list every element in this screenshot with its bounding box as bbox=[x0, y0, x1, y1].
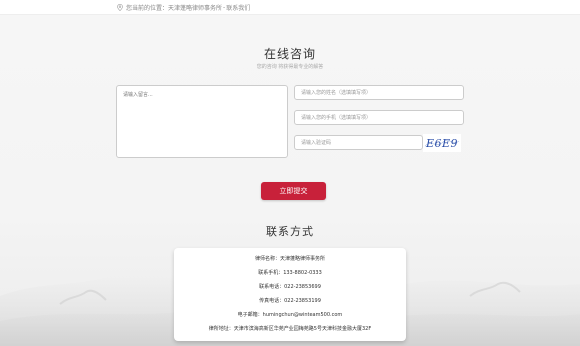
contact-title: 联系方式 bbox=[266, 225, 314, 238]
captcha-input[interactable] bbox=[294, 135, 423, 150]
captcha-text: E6E9 bbox=[425, 137, 458, 150]
contact-address: 律所地址：天津市滨海高新区华苑产业园梅苑路5号天津科技金融大厦32F bbox=[208, 326, 372, 332]
phone-input[interactable] bbox=[294, 110, 464, 125]
contact-email: 电子邮箱：humingchun@winteam500.com bbox=[237, 312, 343, 318]
message-textarea[interactable] bbox=[116, 85, 288, 158]
breadcrumb-current[interactable]: 联系我们 bbox=[226, 3, 250, 12]
contact-fax: 传真电话：022-23853199 bbox=[259, 298, 321, 304]
contact-mobile: 联系手机：133-8802-0333 bbox=[258, 270, 322, 276]
location-pin-icon bbox=[117, 4, 123, 11]
form-title: 在线咨询 bbox=[263, 47, 316, 61]
breadcrumb: 您当前的位置： 天津蓬略律师事务所 - 联系我们 bbox=[117, 3, 250, 12]
name-input[interactable] bbox=[294, 85, 464, 100]
contact-firm-name: 律师名称：天津蓬略律师事务所 bbox=[254, 256, 325, 262]
top-bar: 您当前的位置： 天津蓬略律师事务所 - 联系我们 bbox=[0, 0, 580, 15]
breadcrumb-separator: - bbox=[223, 4, 226, 11]
breadcrumb-site-link[interactable]: 天津蓬略律师事务所 bbox=[168, 3, 222, 12]
breadcrumb-prefix: 您当前的位置： bbox=[126, 5, 169, 12]
submit-button[interactable]: 立即提交 bbox=[261, 182, 326, 200]
contact-phone: 联系电话：022-23853699 bbox=[259, 284, 321, 290]
contact-card: 律师名称：天津蓬略律师事务所 联系手机：133-8802-0333 联系电话：0… bbox=[174, 248, 406, 341]
main-content: 在线咨询 您的咨询 将获得最专业的解答 E6E9 立即提交 联系方式 律师名称：… bbox=[0, 15, 580, 346]
form-subtitle: 您的咨询 将获得最专业的解答 bbox=[256, 64, 324, 70]
captcha-image[interactable]: E6E9 bbox=[423, 134, 461, 152]
